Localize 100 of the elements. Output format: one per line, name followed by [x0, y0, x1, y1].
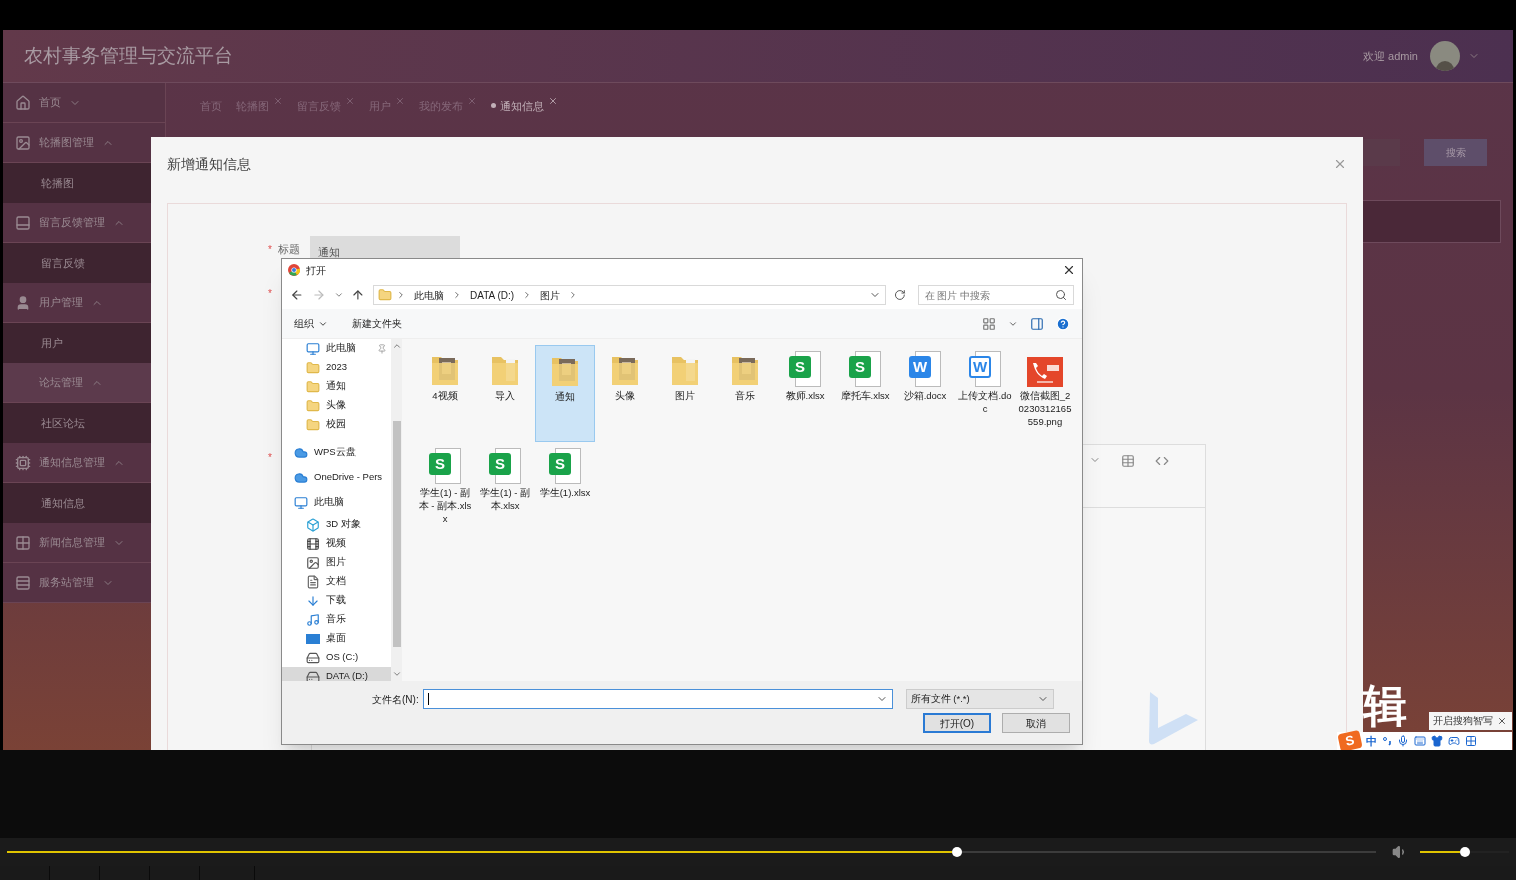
nav-item[interactable]: 此电脑: [282, 493, 391, 512]
file-item[interactable]: 通知: [535, 345, 595, 442]
overlay-caption: 辑: [1363, 684, 1407, 728]
cloud-icon: [294, 445, 308, 460]
view-icon[interactable]: [982, 316, 996, 331]
close-icon[interactable]: [1497, 716, 1507, 726]
nav-item[interactable]: 校园: [282, 415, 391, 434]
refresh-icon[interactable]: [893, 289, 906, 301]
file-item[interactable]: 头像: [595, 345, 655, 442]
help-icon[interactable]: [1056, 316, 1070, 331]
file-item[interactable]: 4视频: [415, 345, 475, 442]
nav-item[interactable]: 头像: [282, 396, 391, 415]
back-icon[interactable]: [290, 288, 304, 302]
nav-item[interactable]: 图片: [282, 553, 391, 572]
filename-field[interactable]: [422, 689, 893, 709]
file-item[interactable]: 微信截图_20230312165559.png: [1015, 345, 1075, 442]
nav-item[interactable]: 文档: [282, 572, 391, 591]
toolbar-button[interactable]: 新建文件夹: [352, 316, 402, 331]
film-icon: [306, 536, 320, 551]
required-mark: *: [268, 242, 273, 257]
document-icon: [306, 574, 320, 589]
drive-icon: [306, 650, 320, 665]
code-icon[interactable]: [1155, 454, 1169, 468]
field-label: 标题: [278, 241, 301, 257]
welcome-text: 欢迎 admin: [1362, 48, 1418, 64]
breadcrumb[interactable]: 此电脑: [410, 287, 449, 303]
close-tab-icon[interactable]: [273, 96, 283, 107]
close-tab-icon[interactable]: [345, 96, 355, 107]
play-logo-icon: [1148, 690, 1200, 746]
grid-icon: [15, 534, 31, 551]
microphone-icon[interactable]: [1397, 735, 1409, 747]
browser-logo-icon: [288, 264, 300, 276]
nav-item[interactable]: 2023: [282, 358, 391, 377]
panel-icon: [15, 214, 31, 231]
computer-icon: [294, 495, 308, 510]
table-icon[interactable]: [1121, 454, 1135, 468]
nav-item[interactable]: 此电脑: [282, 339, 391, 358]
search-icon: [1055, 289, 1067, 301]
file-item[interactable]: W 沙箱.docx: [895, 345, 955, 442]
nav-item[interactable]: 下载: [282, 591, 391, 610]
punctuation-icon[interactable]: [1382, 736, 1392, 746]
grid-icon[interactable]: [1465, 735, 1477, 747]
user-icon: [15, 294, 31, 311]
folder-icon: [378, 288, 393, 302]
nav-item[interactable]: OS (C:): [282, 648, 391, 667]
breadcrumb[interactable]: 图片: [536, 287, 565, 303]
tab[interactable]: 通知信息: [491, 98, 558, 115]
nav-item[interactable]: 视频: [282, 534, 391, 553]
rows-icon: [15, 574, 31, 591]
cloud-icon: [294, 470, 308, 485]
scroll-up-icon[interactable]: [391, 341, 402, 351]
nav-item[interactable]: OneDrive - Pers: [282, 468, 391, 487]
volume-thumb[interactable]: [1460, 847, 1471, 857]
scroll-down-icon[interactable]: [391, 669, 402, 679]
nav-item[interactable]: 桌面: [282, 629, 391, 648]
cube-icon: [306, 517, 320, 532]
file-item[interactable]: S 学生(1).xlsx: [535, 442, 595, 529]
picture-icon: [306, 555, 320, 570]
address-bar[interactable]: 此电脑 DATA (D:) 图片: [373, 285, 886, 305]
file-item[interactable]: S 学生(1) - 副本.xlsx: [475, 442, 535, 529]
dialog-button[interactable]: 打开(O): [923, 713, 991, 733]
search-field[interactable]: 在 图片 中搜索: [917, 285, 1074, 305]
sidebar-group[interactable]: 首页: [3, 83, 165, 123]
nav-item[interactable]: 通知: [282, 377, 391, 396]
file-item[interactable]: S 摩托车.xlsx: [835, 345, 895, 442]
desktop-icon: [306, 633, 320, 644]
dialog-button[interactable]: 取消: [1002, 713, 1070, 733]
file-item[interactable]: W 上传文档.doc: [955, 345, 1015, 442]
toolbar-button[interactable]: 组织: [294, 316, 328, 331]
close-tab-icon[interactable]: [395, 96, 405, 107]
folder-icon: [306, 360, 320, 375]
forward-icon[interactable]: [311, 288, 326, 302]
history-caret-icon[interactable]: [333, 290, 344, 300]
file-item[interactable]: 导入: [475, 345, 535, 442]
shirt-icon[interactable]: [1431, 735, 1443, 747]
file-item[interactable]: S 教师.xlsx: [775, 345, 835, 442]
scrollbar[interactable]: [391, 339, 402, 681]
file-type-select[interactable]: 所有文件 (*.*): [905, 689, 1054, 709]
close-tab-icon[interactable]: [548, 96, 558, 107]
file-item[interactable]: 图片: [655, 345, 715, 442]
close-icon[interactable]: [1062, 263, 1076, 277]
breadcrumb[interactable]: DATA (D:): [466, 287, 519, 303]
nav-item[interactable]: 音乐: [282, 610, 391, 629]
file-item[interactable]: S 学生(1) - 副本 - 副本.xlsx: [415, 442, 475, 529]
nav-item[interactable]: 3D 对象: [282, 515, 391, 534]
close-tab-icon[interactable]: [467, 96, 477, 107]
avatar[interactable]: [1430, 41, 1460, 71]
gamepad-icon[interactable]: [1448, 735, 1460, 747]
download-icon: [306, 593, 320, 608]
nav-item[interactable]: WPS云盘: [282, 443, 391, 462]
image-thumbnail-icon: [1027, 357, 1063, 387]
chip-icon: [15, 454, 31, 471]
preview-pane-icon[interactable]: [1030, 316, 1044, 331]
file-item[interactable]: 音乐: [715, 345, 775, 442]
progress-thumb[interactable]: [951, 847, 962, 857]
folder-icon: [306, 379, 320, 394]
input-mode-toggle[interactable]: 中: [1366, 732, 1377, 750]
keyboard-icon[interactable]: [1414, 735, 1426, 747]
drive-icon: [306, 669, 320, 684]
image-icon: [15, 134, 31, 151]
